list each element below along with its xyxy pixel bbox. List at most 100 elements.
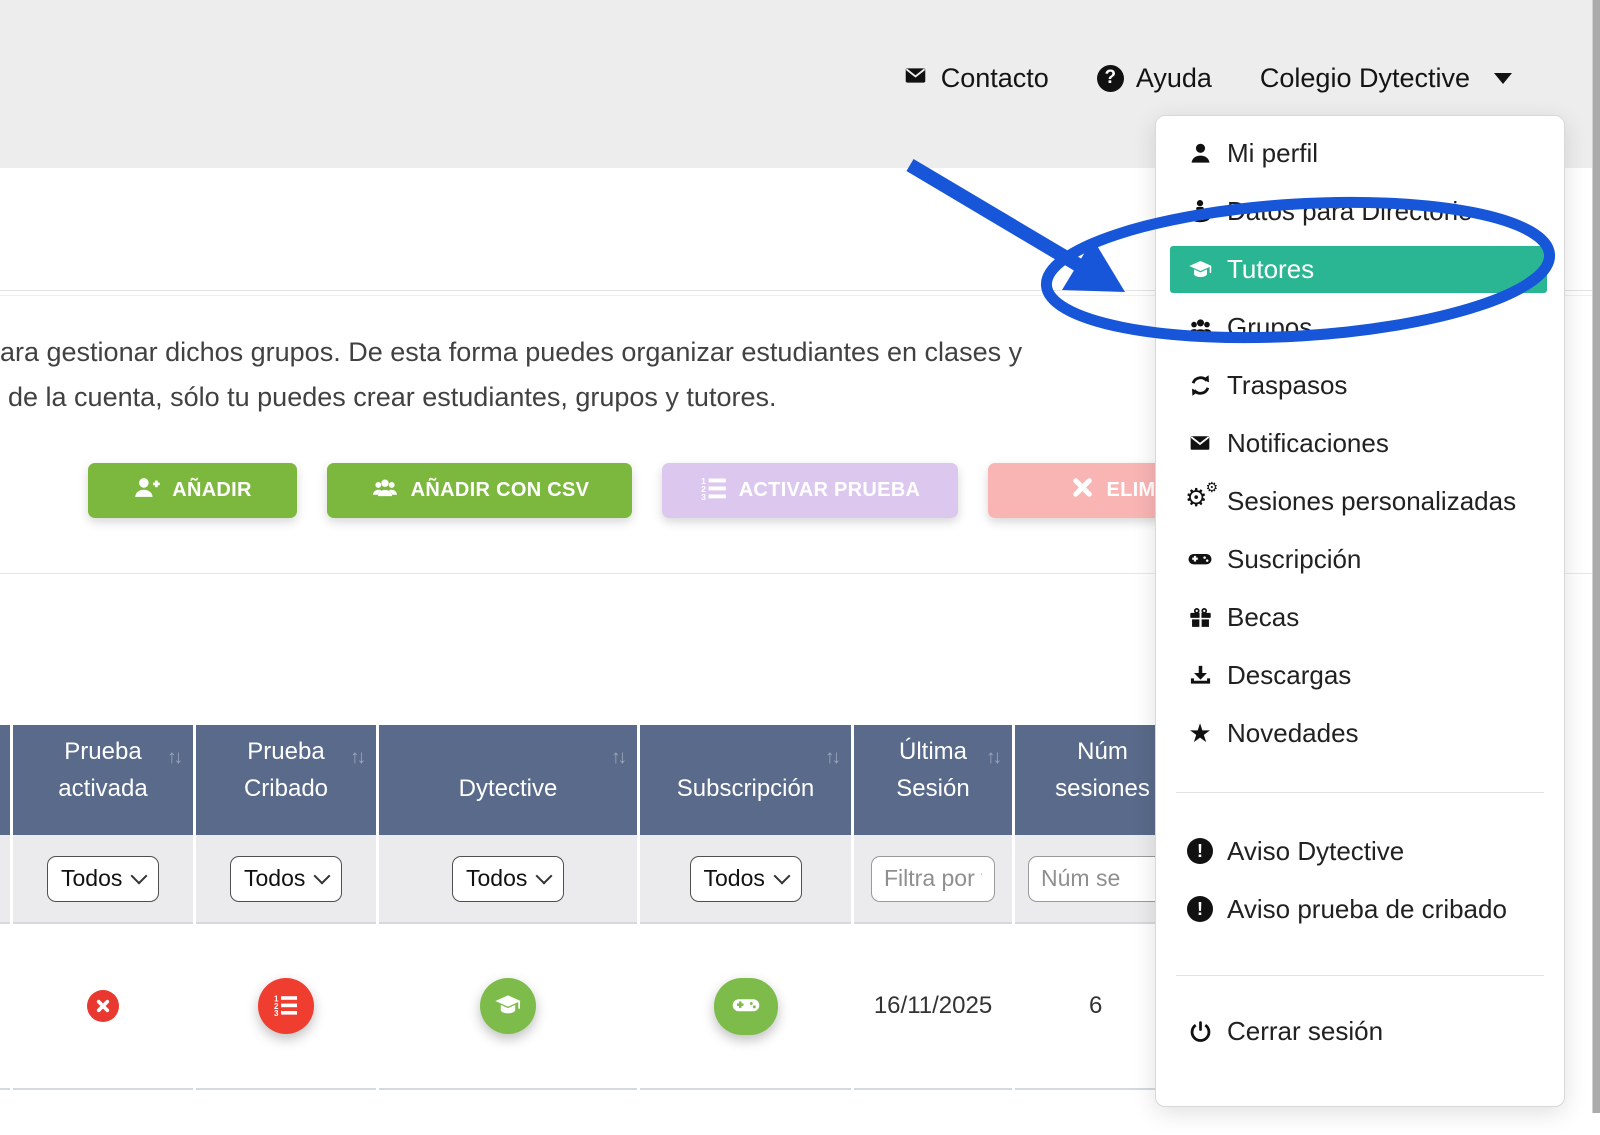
menu-item-traspasos[interactable]: Traspasos [1156,356,1564,414]
envelope-icon [902,63,929,94]
header-line: Dytective [458,775,558,802]
menu-item-label: Sesiones personalizadas [1227,485,1517,516]
menu-item-mi-perfil[interactable]: Mi perfil [1156,124,1564,182]
header-line: activada [58,775,148,802]
gift-icon [1186,603,1214,631]
header-line [379,733,637,770]
menu-item-label: Mi perfil [1227,137,1319,168]
menu-item-tutores[interactable]: Tutores [1170,245,1547,293]
table-column-clipped [0,725,10,1135]
question-circle-icon: ? [1096,64,1124,92]
menu-item-suscripcion[interactable]: Suscripción [1156,530,1564,588]
header-line: Prueba [64,738,142,765]
star-icon: ★ [1188,718,1212,748]
header-line: Prueba [247,738,325,765]
dytective-button[interactable] [480,978,536,1034]
sort-icon[interactable]: ↑↓ [611,747,627,769]
menu-item-descargas[interactable]: Descargas [1156,646,1564,704]
exclamation-circle-icon: ! [1186,837,1214,865]
users-icon [370,475,400,507]
select-value: Todos [244,865,306,891]
activate-test-button-label: ACTIVAR PRUEBA [738,479,921,501]
sort-icon[interactable]: ↑↓ [986,747,1002,769]
column-header-prueba-cribado[interactable]: Prueba Cribado ↑↓ [196,725,376,835]
add-csv-button-label: AÑADIR CON CSV [410,479,590,501]
menu-divider [1176,792,1544,793]
menu-item-cerrar-sesion[interactable]: Cerrar sesión [1156,1002,1564,1060]
user-plus-icon [133,475,161,506]
gamepad-icon [729,990,763,1023]
user-icon [1186,139,1214,167]
list-ol-icon: 123 [700,475,728,507]
menu-item-becas[interactable]: Becas [1156,588,1564,646]
menu-item-notificaciones[interactable]: Notificaciones [1156,414,1564,472]
filter-cell: Todos [13,835,193,922]
menu-item-label: Notificaciones [1227,427,1389,458]
vertical-scrollbar[interactable] [1592,0,1600,1113]
gamepad-icon [1186,545,1214,573]
menu-item-label: Suscripción [1227,543,1362,574]
header-line: Subscripción [676,775,815,802]
menu-item-novedades[interactable]: ★ Novedades [1156,704,1564,762]
sort-icon[interactable]: ↑↓ [350,747,366,769]
add-csv-button[interactable]: AÑADIR CON CSV [327,463,632,518]
contact-link[interactable]: Contacto [902,63,1049,94]
cogs-icon: ⚙ ⚙ [1185,479,1218,512]
last-session-date: 16/11/2025 [873,992,993,1019]
activate-test-button[interactable]: 123 ACTIVAR PRUEBA [662,463,958,518]
times-circle-icon [87,990,119,1022]
sort-icon[interactable]: ↑↓ [167,747,183,769]
menu-item-aviso-dytective[interactable]: ! Aviso Dytective [1156,822,1564,880]
header-line: Cribado [243,775,329,802]
chevron-down-icon [313,867,331,885]
filter-select-prueba-activada[interactable]: Todos [47,855,159,902]
cell-prueba-cribado: 123 [196,922,376,1090]
chevron-down-icon [535,867,553,885]
date-filter-input[interactable] [871,855,995,902]
screening-test-button[interactable]: 123 [258,978,314,1034]
column-header-ultima-sesion[interactable]: Última Sesión ↑↓ [854,725,1012,835]
filter-cell: Todos [379,835,637,922]
envelope-icon [1186,429,1214,457]
help-label: Ayuda [1135,62,1212,93]
filter-select-dytective[interactable]: Todos [452,855,564,902]
caret-down-icon [1494,72,1512,84]
column-header-prueba-activada[interactable]: Prueba activada ↑↓ [13,725,193,835]
menu-item-sesiones-personalizadas[interactable]: ⚙ ⚙ Sesiones personalizadas [1156,472,1564,530]
account-dropdown-menu: Mi perfil Datos para Directorio Tutores … [1155,115,1565,1107]
menu-item-datos-directorio[interactable]: Datos para Directorio [1156,182,1564,240]
filter-cell [0,835,10,922]
subscription-button[interactable] [713,977,778,1035]
table-column-prueba-activada: Prueba activada ↑↓ Todos [13,725,193,1135]
table-column-ultima-sesion: Última Sesión ↑↓ 16/11/2025 [854,725,1012,1135]
sort-icon[interactable]: ↑↓ [825,747,841,769]
menu-item-grupos[interactable]: Grupos [1156,298,1564,356]
menu-divider [1176,975,1544,976]
filter-select-prueba-cribado[interactable]: Todos [230,855,342,902]
graduation-cap-icon [1186,255,1214,283]
header-line [640,733,851,770]
help-link[interactable]: ? Ayuda [1096,62,1212,94]
filter-select-subscripcion[interactable]: Todos [689,855,802,902]
add-button[interactable]: AÑADIR [88,463,297,518]
cell-prueba-activada [13,922,193,1090]
menu-item-aviso-prueba-cribado[interactable]: ! Aviso prueba de cribado [1156,880,1564,938]
table-column-prueba-cribado: Prueba Cribado ↑↓ Todos 123 [196,725,376,1135]
account-menu-toggle[interactable]: Colegio Dytective [1260,63,1512,94]
column-header-subscripcion[interactable]: Subscripción ↑↓ [640,725,851,835]
column-header-dytective[interactable]: Dytective ↑↓ [379,725,637,835]
contact-label: Contacto [940,62,1049,93]
account-label: Colegio Dytective [1259,62,1470,93]
cell-dytective [379,922,637,1090]
select-value: Todos [703,865,765,891]
menu-item-label: Aviso Dytective [1227,835,1405,866]
menu-item-label: Grupos [1227,311,1313,342]
header-cell [0,725,10,835]
filter-cell: Todos [196,835,376,922]
select-value: Todos [466,865,528,891]
chevron-down-icon [130,867,148,885]
exclamation-circle-icon: ! [1186,895,1214,923]
menu-item-label: Novedades [1227,717,1359,748]
cell-subscripcion [640,922,851,1090]
graduation-cap-icon [493,991,523,1022]
